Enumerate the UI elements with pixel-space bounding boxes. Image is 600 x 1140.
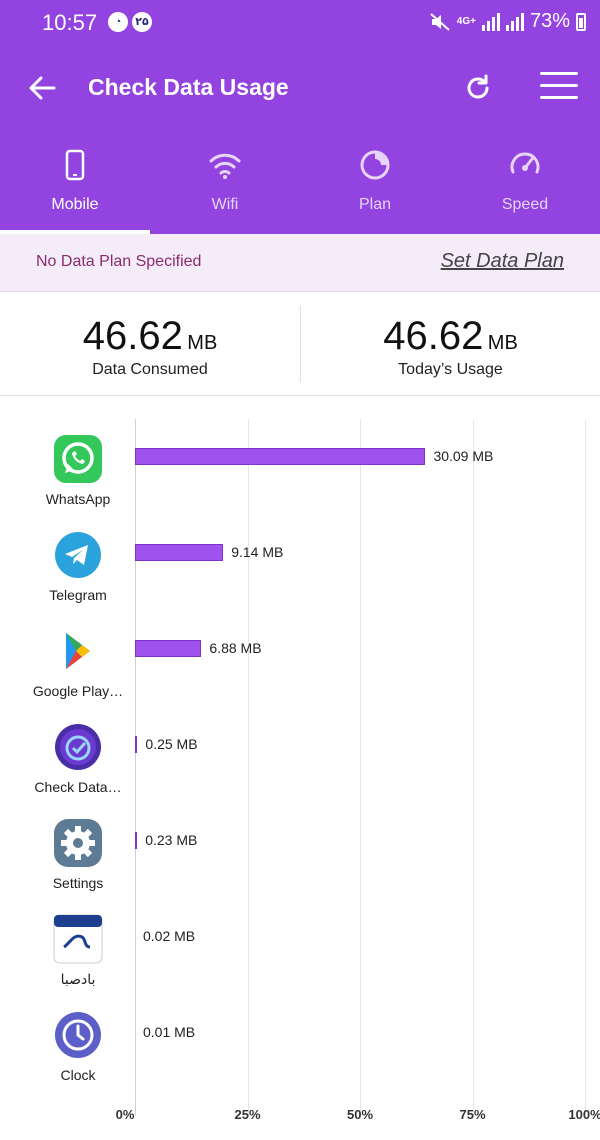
x-tick-label: 75% [459, 1107, 486, 1122]
usage-value-label: 0.02 MB [143, 928, 196, 944]
status-icons: 4G+ 73% [429, 10, 586, 33]
wifi-icon [209, 153, 241, 179]
mute-icon [430, 12, 450, 31]
usage-bar [135, 448, 426, 465]
usage-value-label: 0.25 MB [145, 736, 198, 752]
clock-icon [55, 1012, 101, 1058]
usage-summary: 46.62 MB Data Consumed 46.62 MB Today’s … [0, 292, 600, 396]
usage-bar [135, 544, 224, 561]
app-name: Check Data… [34, 779, 122, 795]
x-tick-label: 50% [346, 1107, 374, 1122]
tab-speed[interactable]: Speed [450, 132, 600, 234]
plan-banner: No Data Plan Specified Set Data Plan [0, 234, 600, 292]
todays-usage-value: 46.62 [383, 314, 484, 358]
app-usage-row[interactable]: بادصبا 0.02 MB [0, 913, 600, 1009]
refresh-icon[interactable] [460, 70, 496, 106]
badsaba-icon [53, 914, 103, 964]
tab-mobile[interactable]: Mobile [0, 132, 150, 234]
usage-value-label: 6.88 MB [209, 640, 262, 656]
signal-icon-2 [505, 12, 524, 31]
check-data-usage-icon [55, 724, 101, 770]
signal-icon [481, 12, 500, 31]
tab-bar: Mobile Wifi Plan Speed [0, 132, 600, 234]
status-time: 10:57 [42, 10, 98, 35]
todays-usage-unit: MB [487, 332, 518, 354]
app-name: Google Play… [32, 683, 124, 699]
speedometer-icon [510, 152, 540, 174]
todays-usage-label: Today’s Usage [398, 361, 503, 378]
app-usage-row[interactable]: Telegram 9.14 MB [0, 529, 600, 625]
usage-bar [135, 640, 202, 657]
telegram-icon [55, 532, 101, 578]
app-name: Telegram [49, 587, 107, 603]
tab-label: Mobile [51, 196, 99, 213]
app-usage-row[interactable]: Settings 0.23 MB [0, 817, 600, 913]
set-data-plan-link[interactable]: Set Data Plan [441, 250, 564, 273]
usage-value-label: 0.23 MB [145, 832, 198, 848]
x-tick-label: 100% [568, 1107, 600, 1122]
data-consumed-value: 46.62 [82, 314, 183, 358]
tab-wifi[interactable]: Wifi [150, 132, 300, 234]
x-tick-label: 25% [234, 1107, 261, 1122]
app-usage-row[interactable]: Google Play… 6.88 MB [0, 625, 600, 721]
status-bar: 10:57 ◔ ۲۵ 4G+ 73% [0, 0, 600, 46]
usage-value-label: 0.01 MB [143, 1024, 196, 1040]
usage-bar [135, 736, 138, 753]
google-play-icon [66, 633, 90, 669]
battery-percent: 73% [529, 10, 570, 32]
x-tick-label: 0% [115, 1107, 135, 1122]
tab-label: Wifi [211, 196, 239, 213]
app-bar: Check Data Usage [0, 46, 600, 132]
app-usage-chart: 0% 25% 50% 75% 100% WhatsApp 30.09 MB Telegram 9… [0, 397, 600, 1140]
whatsapp-icon [54, 435, 102, 483]
data-consumed-unit: MB [187, 332, 218, 354]
app-name: Settings [52, 875, 104, 891]
page-title: Check Data Usage [88, 74, 289, 100]
app-name: بادصبا [60, 971, 96, 987]
app-usage-row[interactable]: Check Data… 0.25 MB [0, 721, 600, 817]
usage-value-label: 9.14 MB [231, 544, 284, 560]
app-usage-row[interactable]: WhatsApp 30.09 MB [0, 433, 600, 529]
phone-icon [65, 149, 85, 181]
battery-icon [576, 12, 586, 31]
usage-bar [135, 832, 138, 849]
network-type: 4G+ [456, 15, 476, 27]
todays-usage-card: 46.62 MB Today’s Usage [300, 306, 600, 382]
menu-icon[interactable] [540, 72, 578, 102]
tab-plan[interactable]: Plan [300, 132, 450, 234]
data-consumed-label: Data Consumed [92, 361, 208, 378]
app-notification-icon: ◔ [108, 12, 128, 32]
app-usage-row[interactable]: Clock 0.01 MB [0, 1009, 600, 1105]
app-name: Clock [60, 1067, 96, 1083]
back-arrow-icon[interactable] [24, 70, 60, 106]
settings-icon [54, 819, 102, 867]
tab-label: Plan [358, 196, 392, 213]
plan-icon [360, 150, 390, 180]
notification-badge: ۲۵ [132, 12, 152, 32]
usage-value-label: 30.09 MB [433, 448, 494, 464]
app-name: WhatsApp [45, 491, 111, 507]
data-consumed-card: 46.62 MB Data Consumed [0, 292, 300, 396]
plan-status-text: No Data Plan Specified [36, 253, 202, 270]
tab-label: Speed [501, 196, 549, 213]
